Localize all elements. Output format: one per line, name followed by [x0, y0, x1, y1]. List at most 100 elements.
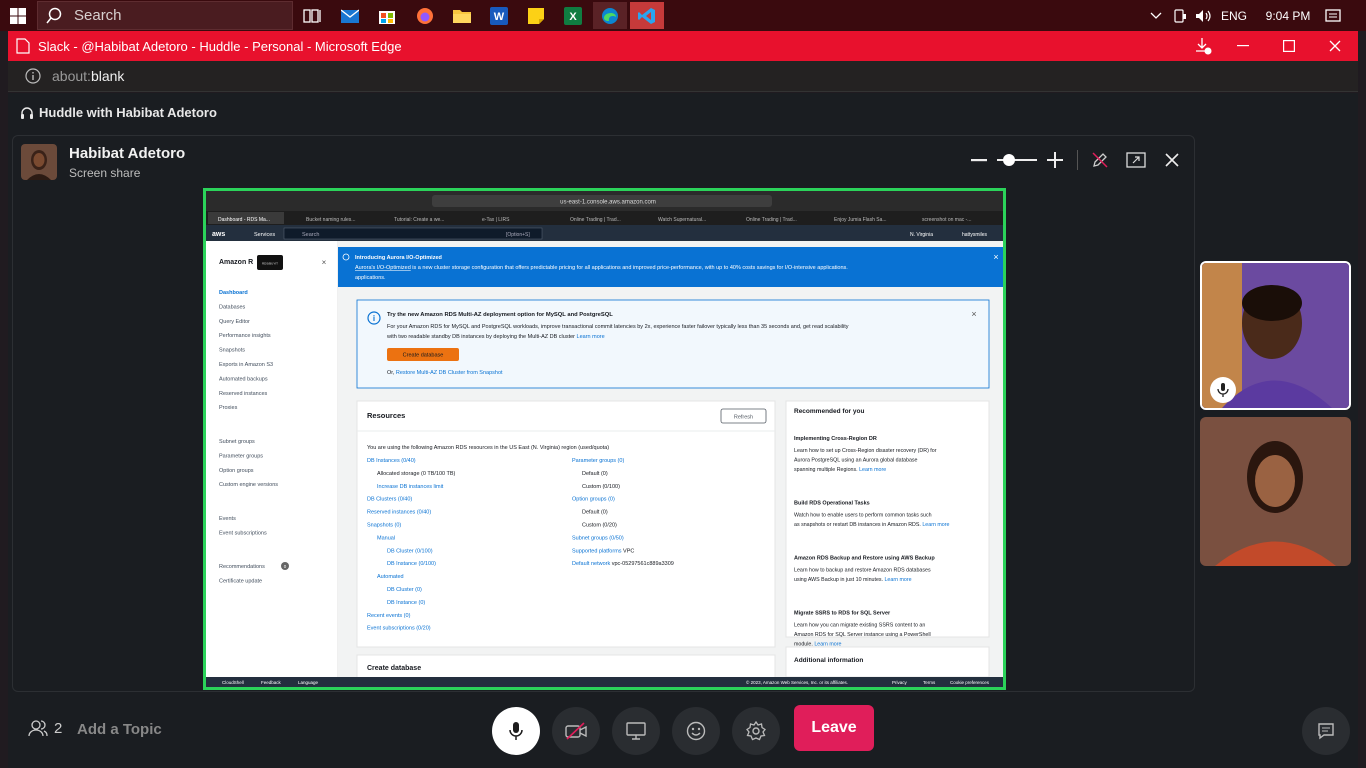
create-database-button[interactable]: Create database — [403, 353, 444, 359]
taskbar-outlook[interactable] — [333, 2, 367, 29]
draw-off-button[interactable] — [1089, 149, 1111, 171]
tray-clock[interactable]: 9:04 PM — [1256, 0, 1320, 31]
shared-screen[interactable]: us-east-1.console.aws.amazon.com Dashboa… — [203, 188, 1006, 690]
add-topic[interactable]: Add a Topic — [77, 721, 162, 738]
open-thread-button[interactable] — [1302, 707, 1350, 755]
aws-sidebar-item[interactable]: Certificate update — [219, 578, 262, 584]
aws-sidebar-item[interactable]: Databases — [219, 304, 246, 310]
safari-tab[interactable]: Tutorial: Create a we... — [394, 217, 444, 223]
aws-sidebar-item[interactable]: Proxies — [219, 405, 238, 411]
taskbar-edge[interactable] — [593, 2, 627, 29]
maximize-button[interactable] — [1266, 31, 1312, 61]
tray-network-button[interactable] — [1170, 0, 1190, 31]
taskbar-excel[interactable]: X — [556, 2, 590, 29]
fullscreen-button[interactable] — [1125, 149, 1147, 171]
leave-button[interactable]: Leave — [794, 705, 874, 751]
aws-sidebar-item[interactable]: Query Editor — [219, 319, 250, 325]
aws-sidebar-item[interactable]: Automated backups — [219, 376, 268, 382]
aws-sidebar-item[interactable]: Events — [219, 516, 236, 522]
aws-sidebar-close[interactable]: × — [322, 258, 327, 267]
aws-sidebar-item[interactable]: Event subscriptions — [219, 530, 267, 536]
taskbar-store[interactable] — [370, 2, 404, 29]
participant-tile-habibat[interactable] — [1200, 417, 1351, 566]
aws-search: Search — [302, 232, 319, 238]
aws-sidebar-item[interactable]: Custom engine versions — [219, 482, 278, 488]
zoom-out-button[interactable] — [969, 150, 989, 170]
close-window-button[interactable] — [1312, 31, 1358, 61]
footer-privacy[interactable]: Privacy — [892, 680, 908, 685]
resource-item[interactable]: Supported platforms VPC — [572, 548, 634, 554]
task-view-button[interactable] — [295, 2, 329, 29]
resource-item[interactable]: Default network vpc-05297561c889a3309 — [572, 561, 674, 567]
taskbar-vscode[interactable] — [630, 2, 664, 29]
refresh-button[interactable]: Refresh — [734, 415, 753, 421]
resource-item[interactable]: DB Instance (0/100) — [387, 561, 436, 567]
taskbar-firefox[interactable] — [408, 2, 442, 29]
aws-sidebar-item[interactable]: Recommendations — [219, 564, 265, 570]
banner-close[interactable]: × — [993, 252, 998, 262]
aws-sidebar-item[interactable]: Subnet groups — [219, 439, 255, 445]
resource-item[interactable]: Parameter groups (0) — [572, 458, 624, 464]
footer-cloudshell[interactable]: CloudShell — [222, 680, 244, 685]
minimize-button[interactable] — [1220, 31, 1266, 61]
resource-item[interactable]: Subnet groups (0/50) — [572, 535, 624, 541]
multiaz-close[interactable]: × — [971, 309, 976, 319]
resource-item[interactable]: DB Clusters (0/40) — [367, 497, 412, 503]
resource-item[interactable]: Increase DB instances limit — [377, 484, 444, 490]
aws-sidebar-item[interactable]: Option groups — [219, 468, 254, 474]
safari-tab[interactable]: Enjoy Jumia Flash Sa... — [834, 217, 887, 223]
tray-volume-button[interactable] — [1193, 0, 1215, 31]
safari-tab[interactable]: Bucket naming rules... — [306, 217, 355, 223]
resource-item[interactable]: Option groups (0) — [572, 497, 615, 503]
aws-sidebar-item[interactable]: Performance insights — [219, 333, 271, 339]
footer-language[interactable]: Language — [298, 680, 319, 685]
resource-item[interactable]: DB Cluster (0) — [387, 587, 422, 593]
resource-item[interactable]: Event subscriptions (0/20) — [367, 626, 431, 632]
share-screen-button[interactable] — [612, 707, 660, 755]
resource-item[interactable]: Snapshots (0) — [367, 523, 401, 529]
aws-sidebar-item[interactable]: Reserved instances — [219, 391, 268, 397]
tray-language[interactable]: ENG — [1218, 0, 1250, 31]
aws-sidebar-item[interactable]: Exports in Amazon S3 — [219, 362, 273, 368]
tray-notifications-button[interactable] — [1322, 0, 1344, 31]
safari-tab[interactable]: Dashboard - RDS Ma... — [218, 217, 270, 223]
resource-item[interactable]: Manual — [377, 535, 395, 541]
resource-item[interactable]: Recent events (0) — [367, 613, 411, 619]
aws-sidebar-item[interactable]: Snapshots — [219, 348, 245, 354]
address-bar[interactable]: about:blank — [8, 61, 1358, 92]
safari-tab[interactable]: Online Trading | Trad... — [746, 217, 797, 223]
footer-feedback[interactable]: Feedback — [261, 680, 282, 685]
settings-button[interactable] — [732, 707, 780, 755]
safari-tab[interactable]: Online Trading | Trad... — [570, 217, 621, 223]
resource-item[interactable]: DB Cluster (0/100) — [387, 548, 433, 554]
resource-item[interactable]: Reserved instances (0/40) — [367, 510, 431, 516]
fullscreen-icon — [1126, 152, 1146, 168]
taskbar-search-box[interactable]: Search — [37, 1, 293, 30]
reactions-button[interactable] — [672, 707, 720, 755]
taskbar-sticky-notes[interactable] — [519, 2, 553, 29]
aws-sidebar-item[interactable]: Parameter groups — [219, 453, 263, 459]
participant-tile-self[interactable] — [1200, 261, 1351, 410]
video-toggle-button[interactable] — [552, 707, 600, 755]
windows-start-button[interactable] — [0, 0, 36, 31]
safari-tab[interactable]: Watch Supernatural... — [658, 217, 706, 223]
zoom-in-button[interactable] — [1045, 150, 1065, 170]
url-text[interactable]: about:blank — [52, 68, 124, 84]
resource-item[interactable]: DB Instance (0) — [387, 600, 425, 606]
tray-overflow-button[interactable] — [1146, 0, 1166, 31]
taskbar-file-explorer[interactable] — [445, 2, 479, 29]
close-share-button[interactable] — [1161, 149, 1183, 171]
safari-tab[interactable]: e-Tax | LIRS — [482, 217, 510, 223]
recommended-title: Recommended for you — [794, 408, 864, 415]
resource-item[interactable]: DB Instances (0/40) — [367, 458, 416, 464]
info-icon[interactable] — [24, 67, 42, 85]
aws-sidebar-item[interactable]: Dashboard — [219, 290, 248, 296]
footer-cookies[interactable]: Cookie preferences — [950, 680, 990, 685]
mute-button[interactable] — [492, 707, 540, 755]
taskbar-word[interactable]: W — [482, 2, 516, 29]
safari-tab[interactable]: screenshot on mac -... — [922, 217, 971, 223]
participants-button[interactable]: 2 — [28, 719, 62, 737]
zoom-slider[interactable] — [993, 150, 1041, 170]
resource-item[interactable]: Automated — [377, 574, 404, 580]
footer-terms[interactable]: Terms — [923, 680, 936, 685]
